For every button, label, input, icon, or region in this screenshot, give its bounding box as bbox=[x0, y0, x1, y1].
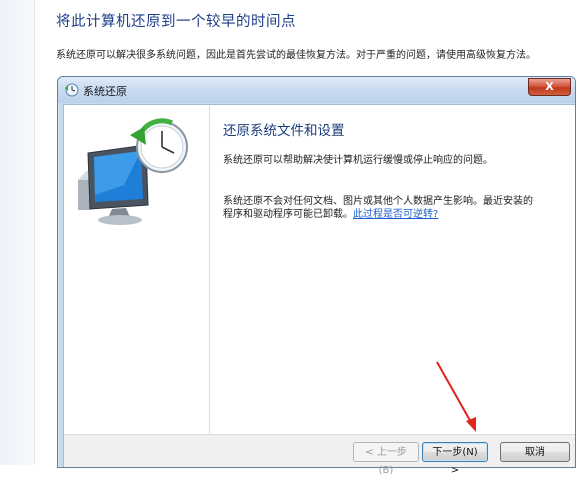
system-restore-icon bbox=[64, 82, 79, 97]
dialog-titlebar[interactable]: 系统还原 X bbox=[58, 77, 575, 103]
page-description: 系统还原可以解决很多系统问题，因此是首先尝试的最佳恢复方法。对于严重的问题，请使… bbox=[56, 50, 536, 61]
dialog-graphic-panel bbox=[64, 105, 210, 434]
computer-restore-illustration bbox=[78, 118, 188, 225]
system-restore-dialog: 系统还原 X 还原系统文件和设置 系统还原可以帮助解决使计算机运行缓慢或停止响应… bbox=[57, 76, 576, 476]
cancel-button[interactable]: 取消 bbox=[500, 442, 570, 462]
info-paragraph: 系统还原不会对任何文档、图片或其他个人数据产生影响。最近安装的程序和驱动程序可能… bbox=[223, 195, 538, 221]
left-sidebar-strip bbox=[0, 0, 35, 465]
intro-paragraph: 系统还原可以帮助解决使计算机运行缓慢或停止响应的问题。 bbox=[223, 155, 493, 166]
next-button[interactable]: 下一步(N) > bbox=[422, 442, 488, 476]
dialog-footer: < 上一步(B) 下一步(N) > 取消 bbox=[64, 434, 575, 476]
dialog-heading: 还原系统文件和设置 bbox=[223, 123, 345, 139]
reversible-help-link[interactable]: 此过程是否可逆转? bbox=[353, 209, 438, 220]
dialog-client-area: 还原系统文件和设置 系统还原可以帮助解决使计算机运行缓慢或停止响应的问题。 系统… bbox=[63, 104, 575, 476]
dialog-title: 系统还原 bbox=[83, 85, 127, 98]
back-button[interactable]: < 上一步(B) bbox=[353, 442, 419, 476]
close-button[interactable]: X bbox=[528, 78, 571, 96]
page-title: 将此计算机还原到一个较早的时间点 bbox=[56, 14, 296, 30]
